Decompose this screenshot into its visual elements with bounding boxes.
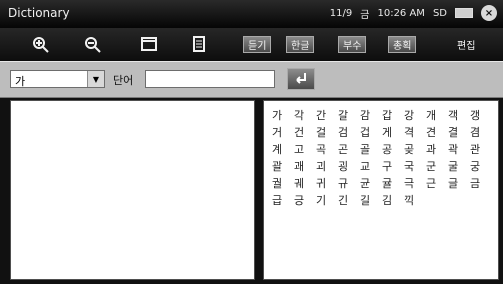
character-cell[interactable]: 격 bbox=[404, 126, 426, 140]
character-cell[interactable]: 결 bbox=[448, 126, 470, 140]
character-cell[interactable]: 금 bbox=[470, 177, 492, 191]
character-cell[interactable]: 김 bbox=[382, 194, 404, 208]
character-cell[interactable]: 골 bbox=[360, 143, 382, 157]
character-cell[interactable]: 갈 bbox=[338, 109, 360, 123]
character-cell[interactable]: 귀 bbox=[316, 177, 338, 191]
character-cell[interactable]: 계 bbox=[272, 143, 294, 157]
character-cell[interactable]: 끽 bbox=[404, 194, 426, 208]
status-day: 금 bbox=[360, 9, 370, 21]
character-cell[interactable]: 게 bbox=[382, 126, 404, 140]
toolbar-button-listen[interactable]: 듣기 bbox=[243, 36, 272, 53]
chevron-down-icon[interactable]: ▼ bbox=[87, 71, 104, 87]
character-cell[interactable]: 괘 bbox=[294, 160, 316, 174]
character-cell[interactable]: 검 bbox=[338, 126, 360, 140]
character-cell[interactable]: 극 bbox=[404, 177, 426, 191]
character-cell[interactable]: 갱 bbox=[470, 109, 492, 123]
character-cell[interactable]: 규 bbox=[338, 177, 360, 191]
definition-pane bbox=[10, 100, 255, 280]
character-cell[interactable]: 글 bbox=[448, 177, 470, 191]
toolbar-button-hangul[interactable]: 한글 bbox=[286, 36, 315, 53]
character-cell[interactable]: 강 bbox=[404, 109, 426, 123]
zoom-in-icon[interactable] bbox=[30, 34, 54, 54]
enter-icon bbox=[296, 73, 306, 84]
status-area: 11/9 금 10:26 AM SD × bbox=[330, 5, 497, 21]
toolbar-button-edit[interactable]: 편집 bbox=[452, 36, 480, 53]
search-bar: 가 ▼ 단어 bbox=[0, 61, 503, 98]
character-cell[interactable]: 과 bbox=[426, 143, 448, 157]
character-cell[interactable]: 급 bbox=[272, 194, 294, 208]
character-cell[interactable]: 교 bbox=[360, 160, 382, 174]
character-cell[interactable]: 개 bbox=[426, 109, 448, 123]
character-cell[interactable]: 객 bbox=[448, 109, 470, 123]
character-cell[interactable]: 간 bbox=[316, 109, 338, 123]
character-grid: 가 각 간 갈 감 갑 강 개 객 갱 거 건 걸 검 겁 게 격 견 결 겸 … bbox=[272, 109, 494, 208]
character-cell[interactable]: 긴 bbox=[338, 194, 360, 208]
character-cell[interactable]: 균 bbox=[360, 177, 382, 191]
character-cell[interactable]: 걸 bbox=[316, 126, 338, 140]
character-cell[interactable]: 궁 bbox=[470, 160, 492, 174]
word-label: 단어 bbox=[113, 74, 134, 87]
character-cell[interactable]: 겁 bbox=[360, 126, 382, 140]
initial-select[interactable]: 가 ▼ bbox=[10, 70, 105, 88]
device-screen: Dictionary 11/9 금 10:26 AM SD × 듣기 한글 부수… bbox=[0, 0, 503, 284]
character-cell[interactable]: 갑 bbox=[382, 109, 404, 123]
character-cell[interactable]: 구 bbox=[382, 160, 404, 174]
character-cell[interactable]: 각 bbox=[294, 109, 316, 123]
enter-button[interactable] bbox=[287, 68, 315, 90]
title-bar: Dictionary 11/9 금 10:26 AM SD × bbox=[0, 0, 503, 28]
character-cell[interactable]: 근 bbox=[426, 177, 448, 191]
character-list-pane: 가 각 간 갈 감 갑 강 개 객 갱 거 건 걸 검 겁 게 격 견 결 겸 … bbox=[263, 100, 499, 280]
character-cell[interactable]: 굴 bbox=[448, 160, 470, 174]
character-cell[interactable]: 가 bbox=[272, 109, 294, 123]
character-cell[interactable]: 곤 bbox=[338, 143, 360, 157]
character-cell[interactable]: 궐 bbox=[272, 177, 294, 191]
character-cell[interactable]: 관 bbox=[470, 143, 492, 157]
character-cell[interactable]: 긍 bbox=[294, 194, 316, 208]
character-cell[interactable]: 건 bbox=[294, 126, 316, 140]
character-cell[interactable]: 괄 bbox=[272, 160, 294, 174]
character-cell[interactable]: 견 bbox=[426, 126, 448, 140]
toolbar-button-strokes[interactable]: 총획 bbox=[388, 36, 417, 53]
zoom-out-icon[interactable] bbox=[82, 34, 106, 54]
app-title: Dictionary bbox=[8, 6, 70, 20]
character-cell[interactable]: 곡 bbox=[316, 143, 338, 157]
document-icon[interactable] bbox=[187, 34, 211, 54]
battery-icon bbox=[455, 8, 473, 18]
character-cell[interactable]: 감 bbox=[360, 109, 382, 123]
character-cell[interactable]: 곽 bbox=[448, 143, 470, 157]
character-cell[interactable]: 궤 bbox=[294, 177, 316, 191]
character-cell[interactable]: 거 bbox=[272, 126, 294, 140]
character-cell[interactable]: 고 bbox=[294, 143, 316, 157]
character-cell[interactable]: 겸 bbox=[470, 126, 492, 140]
character-cell[interactable]: 굉 bbox=[338, 160, 360, 174]
window-icon[interactable] bbox=[137, 34, 161, 54]
character-cell[interactable]: 공 bbox=[382, 143, 404, 157]
character-cell[interactable]: 길 bbox=[360, 194, 382, 208]
word-input[interactable] bbox=[145, 70, 275, 88]
character-cell[interactable]: 군 bbox=[426, 160, 448, 174]
character-cell[interactable]: 곶 bbox=[404, 143, 426, 157]
status-date: 11/9 bbox=[329, 7, 353, 19]
toolbar: 듣기 한글 부수 총획 편집 bbox=[0, 28, 503, 61]
character-cell[interactable]: 기 bbox=[316, 194, 338, 208]
character-cell[interactable]: 국 bbox=[404, 160, 426, 174]
initial-select-value: 가 bbox=[15, 75, 26, 88]
character-cell[interactable]: 괴 bbox=[316, 160, 338, 174]
close-icon[interactable]: × bbox=[481, 5, 497, 21]
status-time: 10:26 AM bbox=[377, 7, 425, 19]
character-cell[interactable]: 귤 bbox=[382, 177, 404, 191]
sd-indicator-icon: SD bbox=[433, 8, 447, 19]
toolbar-button-radical[interactable]: 부수 bbox=[338, 36, 367, 53]
sd-label: SD bbox=[432, 7, 447, 19]
